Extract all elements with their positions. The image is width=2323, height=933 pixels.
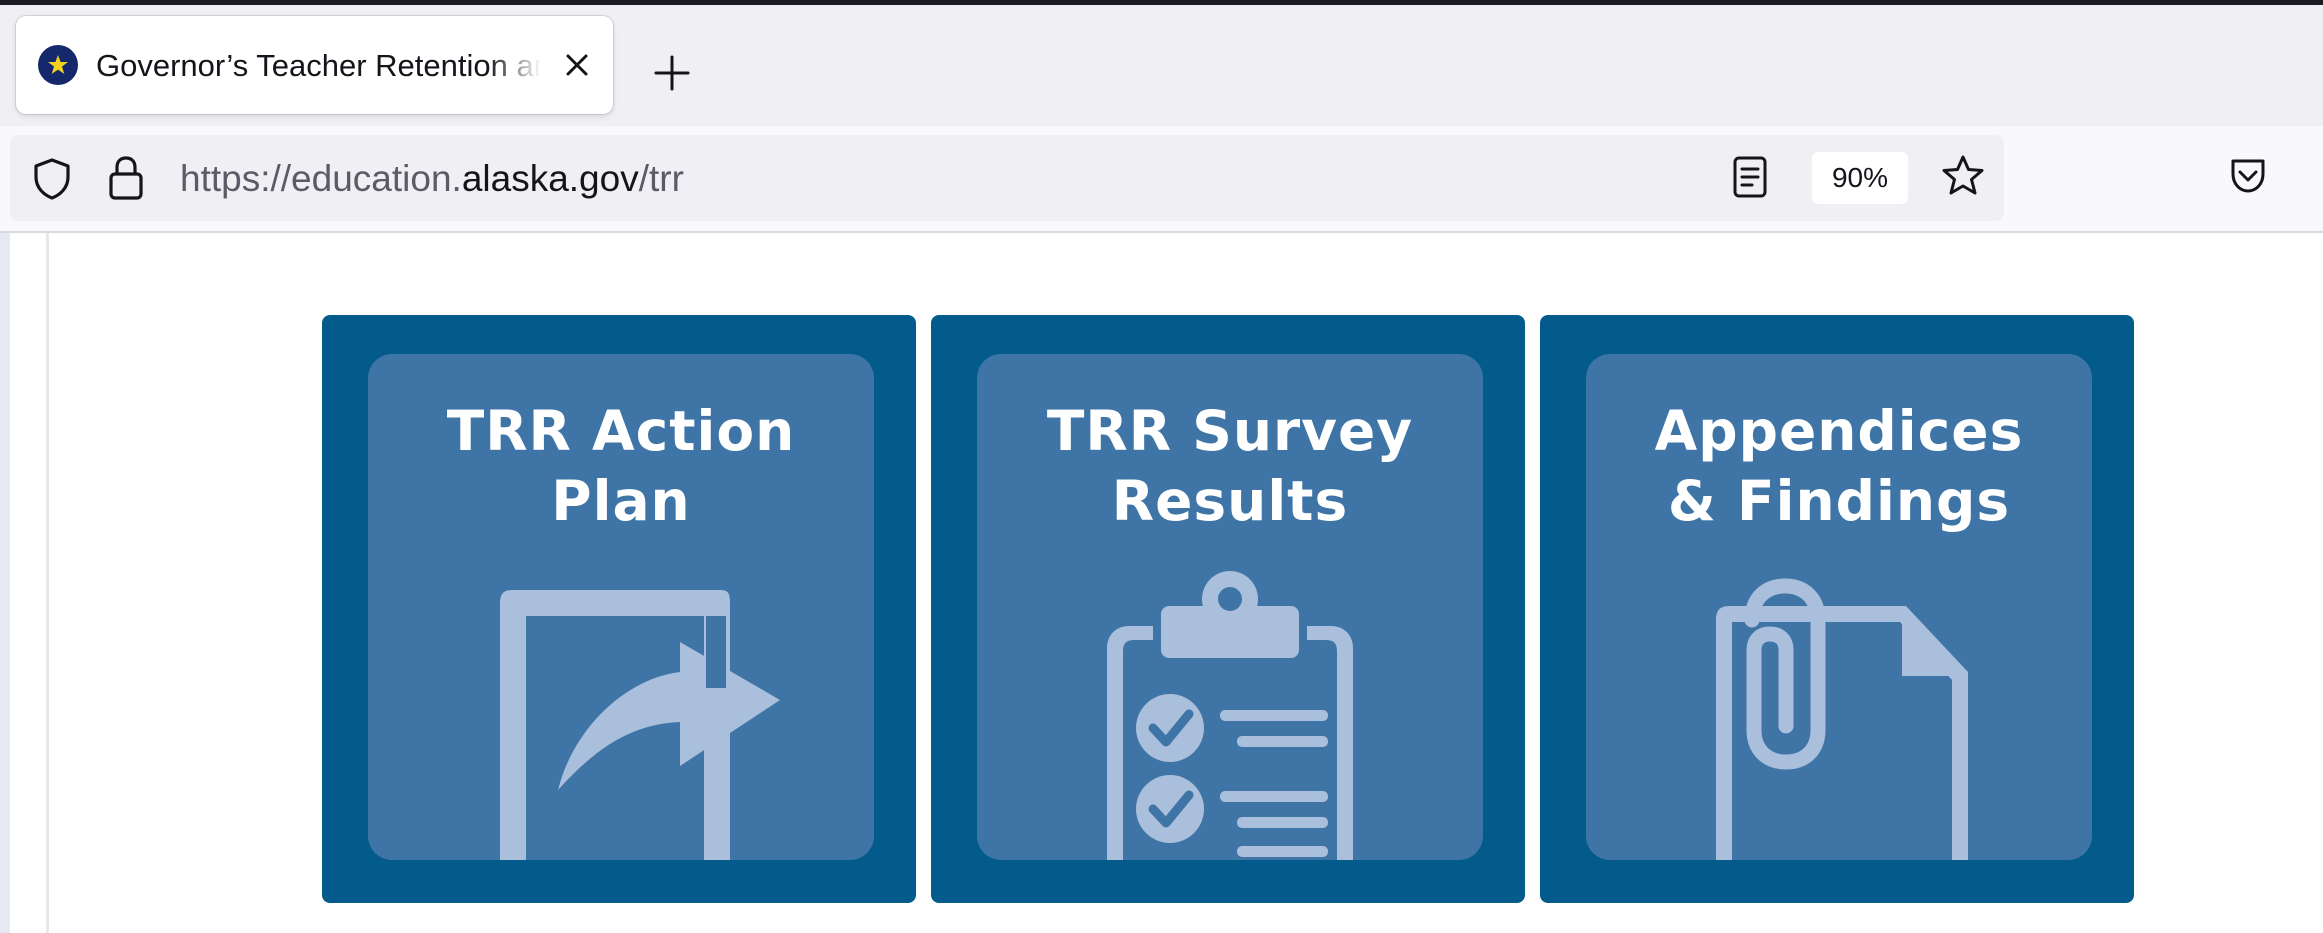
trr-survey-results-card[interactable]: TRR Survey Results [931, 315, 1525, 903]
new-tab-button[interactable] [644, 45, 700, 101]
url-text[interactable]: https://education.alaska.gov/trr [180, 157, 684, 201]
appendices-findings-card[interactable]: Appendices & Findings [1540, 315, 2134, 903]
card-title-line2: Results [1111, 469, 1349, 533]
content-divider [46, 233, 49, 933]
navigation-toolbar: https://education.alaska.gov/trr 90% [0, 126, 2323, 233]
card-title-line1: Appendices [1654, 399, 2024, 463]
tab-title: Governor’s Teacher Retention and Recruit… [96, 48, 541, 83]
page-content: TRR Action Plan TRR Survey Results Appen… [0, 233, 2323, 933]
card-title-line2: Plan [551, 469, 691, 533]
browser-tab[interactable]: Governor’s Teacher Retention and Recruit… [16, 16, 613, 114]
alaska-seal-icon [38, 45, 78, 85]
card-title-line2: & Findings [1667, 469, 2011, 533]
card-title-line1: TRR Action [446, 399, 796, 463]
card-title: Appendices & Findings [1586, 396, 2092, 536]
tracking-protection-shield-icon[interactable] [32, 157, 72, 201]
card-tile: TRR Action Plan [368, 354, 874, 860]
url-domain: alaska.gov [461, 158, 639, 199]
card-title: TRR Action Plan [368, 396, 874, 536]
trr-action-plan-card[interactable]: TRR Action Plan [322, 315, 916, 903]
pocket-icon[interactable] [2228, 156, 2268, 196]
plus-icon [654, 55, 690, 91]
sidebar-edge [0, 233, 10, 933]
tab-strip: Governor’s Teacher Retention and Recruit… [0, 5, 2323, 126]
card-title-line1: TRR Survey [1046, 399, 1414, 463]
card-title: TRR Survey Results [977, 396, 1483, 536]
card-tile: TRR Survey Results [977, 354, 1483, 860]
reader-view-icon[interactable] [1732, 155, 1768, 199]
zoom-level-button[interactable]: 90% [1812, 152, 1908, 204]
url-bar[interactable]: https://education.alaska.gov/trr 90% [10, 135, 2004, 221]
card-tile: Appendices & Findings [1586, 354, 2092, 860]
bookmark-star-icon[interactable] [1940, 153, 1986, 199]
url-prefix: https://education. [180, 158, 462, 199]
lock-icon[interactable] [108, 155, 144, 201]
close-tab-icon[interactable] [556, 44, 598, 86]
url-path: /trr [638, 158, 684, 199]
